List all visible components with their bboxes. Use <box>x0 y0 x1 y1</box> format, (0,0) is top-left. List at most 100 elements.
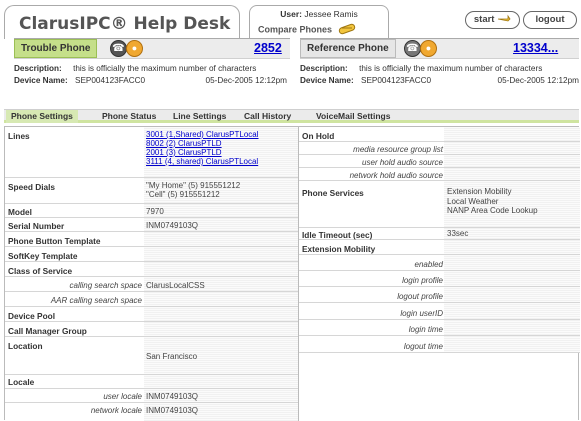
softkey-template-label: SoftKey Template <box>8 251 78 261</box>
speed-dials-list: "My Home" (5) 915551212 "Cell" (5) 91555… <box>146 181 240 199</box>
description-label: Description: <box>14 64 62 73</box>
tab-phone-settings[interactable]: Phone Settings <box>6 110 78 123</box>
line-link[interactable]: 3111 (4, shared) ClarusPTLocal <box>146 157 259 166</box>
compare-phones-icon <box>338 23 356 37</box>
timestamp: 05-Dec-2005 12:12pm <box>205 76 287 85</box>
user-label: User: <box>280 9 302 19</box>
idle-timeout-row: Idle Timeout (sec) 33sec <box>299 228 580 240</box>
button-template-label: Phone Button Template <box>8 236 101 246</box>
settings-left-column: Lines 3001 (1,Shared) ClarusPTLocal 8002… <box>5 127 299 421</box>
em-logout-profile-row: logout profile <box>299 287 580 303</box>
timestamp: 05-Dec-2005 12:12pm <box>497 76 579 85</box>
on-hold-row: On Hold <box>299 127 580 142</box>
device-pool-label: Device Pool <box>8 311 56 321</box>
reference-phone-number[interactable]: 13334... <box>513 41 558 55</box>
idle-timeout-label: Idle Timeout (sec) <box>302 230 373 240</box>
reference-phone-device-name: Device Name: SEP004123FACC0 05-Dec-2005 … <box>300 76 579 85</box>
network-locale-label: network locale <box>90 406 142 415</box>
speed-dial-item: "Cell" (5) 915551212 <box>146 190 220 199</box>
user-icon[interactable]: ● <box>420 40 437 57</box>
start-label: start <box>473 14 495 25</box>
aar-css-row: AAR calling search space <box>5 292 298 307</box>
brand-tab: ClarusIPC® Help Desk <box>4 5 240 39</box>
calling-search-space-label: calling search space <box>69 281 142 290</box>
on-hold-label: On Hold <box>302 131 335 141</box>
reference-phone-description: Description: this is officially the maxi… <box>300 64 542 73</box>
em-enabled-label: enabled <box>414 260 443 269</box>
device-name-value: SEP004123FACC0 <box>360 76 432 85</box>
em-login-userid-row: login userID <box>299 303 580 320</box>
line-link[interactable]: 8002 (2) ClarusPTLD <box>146 139 259 148</box>
network-hold-row: network hold audio source <box>299 168 580 181</box>
user-hold-row: user hold audio source <box>299 155 580 168</box>
tab-call-history[interactable]: Call History <box>244 110 291 123</box>
em-logout-time-row: logout time <box>299 336 580 353</box>
phone-service-item: Extension Mobility <box>447 187 512 196</box>
reference-phone-panel: Reference Phone ☎ ● 13334... Description… <box>300 38 579 96</box>
mrgl-row: media resource group list <box>299 142 580 155</box>
phone-icon[interactable]: ☎ <box>110 40 127 57</box>
locale-row: Locale <box>5 375 298 389</box>
em-logout-profile-label: logout profile <box>397 292 443 301</box>
em-login-time-label: login time <box>408 325 443 334</box>
phone-icon[interactable]: ☎ <box>404 40 421 57</box>
logout-button[interactable]: logout <box>523 11 577 29</box>
user-icon[interactable]: ● <box>126 40 143 57</box>
em-enabled-row: enabled <box>299 255 580 271</box>
trouble-phone-panel: Trouble Phone ☎ ● 2852 Description: this… <box>14 38 290 96</box>
trouble-phone-header: Trouble Phone ☎ ● 2852 <box>14 39 290 59</box>
softkey-template-row: SoftKey Template <box>5 247 298 262</box>
speed-dial-item: "My Home" (5) 915551212 <box>146 181 241 190</box>
button-template-row: Phone Button Template <box>5 232 298 247</box>
idle-timeout-value: 33sec <box>447 229 469 238</box>
location-label: Location <box>8 341 43 351</box>
line-link[interactable]: 3001 (1,Shared) ClarusPTLocal <box>146 130 259 139</box>
lines-list: 3001 (1,Shared) ClarusPTLocal 8002 (2) C… <box>146 130 259 166</box>
app-title: ClarusIPC® Help Desk <box>19 14 231 34</box>
serial-value: INM0749103Q <box>146 221 199 230</box>
em-login-time-row: login time <box>299 320 580 336</box>
speed-dials-row: Speed Dials "My Home" (5) 915551212 "Cel… <box>5 178 298 204</box>
serial-row: Serial Number INM0749103Q <box>5 218 298 232</box>
locale-label: Locale <box>8 377 35 387</box>
user-name: Jessee Ramis <box>304 9 358 19</box>
user-info: User: Jessee Ramis <box>250 9 388 19</box>
calling-search-space-row: calling search space ClarusLocalCSS <box>5 277 298 292</box>
model-label: Model <box>8 207 32 217</box>
user-tab: User: Jessee Ramis Compare Phones <box>249 5 389 38</box>
reference-phone-header: Reference Phone ☎ ● 13334... <box>300 39 579 59</box>
reference-phone-tab[interactable]: Reference Phone <box>300 39 396 58</box>
tab-line-settings[interactable]: Line Settings <box>173 110 226 123</box>
em-login-profile-label: login profile <box>402 276 443 285</box>
header: ClarusIPC® Help Desk User: Jessee Ramis … <box>0 0 581 39</box>
tab-voicemail-settings[interactable]: VoiceMail Settings <box>316 110 390 123</box>
trouble-phone-tab[interactable]: Trouble Phone <box>14 39 98 58</box>
device-name-label: Device Name: <box>14 76 68 85</box>
description-label: Description: <box>300 64 348 73</box>
em-login-userid-label: login userID <box>400 309 443 318</box>
phone-services-label: Phone Services <box>302 188 364 198</box>
trouble-phone-description: Description: this is officially the maxi… <box>14 64 256 73</box>
device-pool-row: Device Pool <box>5 307 298 322</box>
start-button[interactable]: start <box>465 11 520 29</box>
user-locale-value: INM0749103Q <box>146 392 199 401</box>
cm-group-label: Call Manager Group <box>8 326 87 336</box>
network-locale-value: INM0749103Q <box>146 406 199 415</box>
location-row: Location San Francisco <box>5 337 298 375</box>
tab-phone-status[interactable]: Phone Status <box>102 110 156 123</box>
user-locale-label: user locale <box>103 392 142 401</box>
class-of-service-label: Class of Service <box>8 266 73 276</box>
description-value: this is officially the maximum number of… <box>359 64 543 73</box>
calling-search-space-value: ClarusLocalCSS <box>146 281 205 290</box>
compare-phones-link[interactable]: Compare Phones <box>258 23 356 37</box>
trouble-phone-device-name: Device Name: SEP004123FACC0 05-Dec-2005 … <box>14 76 290 85</box>
start-icon <box>497 14 511 25</box>
phone-service-item: Local Weather <box>447 196 499 206</box>
user-locale-row: user locale INM0749103Q <box>5 389 298 403</box>
phone-settings-content: Lines 3001 (1,Shared) ClarusPTLocal 8002… <box>4 126 580 421</box>
em-login-profile-row: login profile <box>299 271 580 287</box>
trouble-phone-number[interactable]: 2852 <box>254 41 282 55</box>
location-value: San Francisco <box>146 352 198 361</box>
cm-group-row: Call Manager Group <box>5 322 298 337</box>
line-link[interactable]: 2001 (3) ClarusPTLD <box>146 148 259 157</box>
